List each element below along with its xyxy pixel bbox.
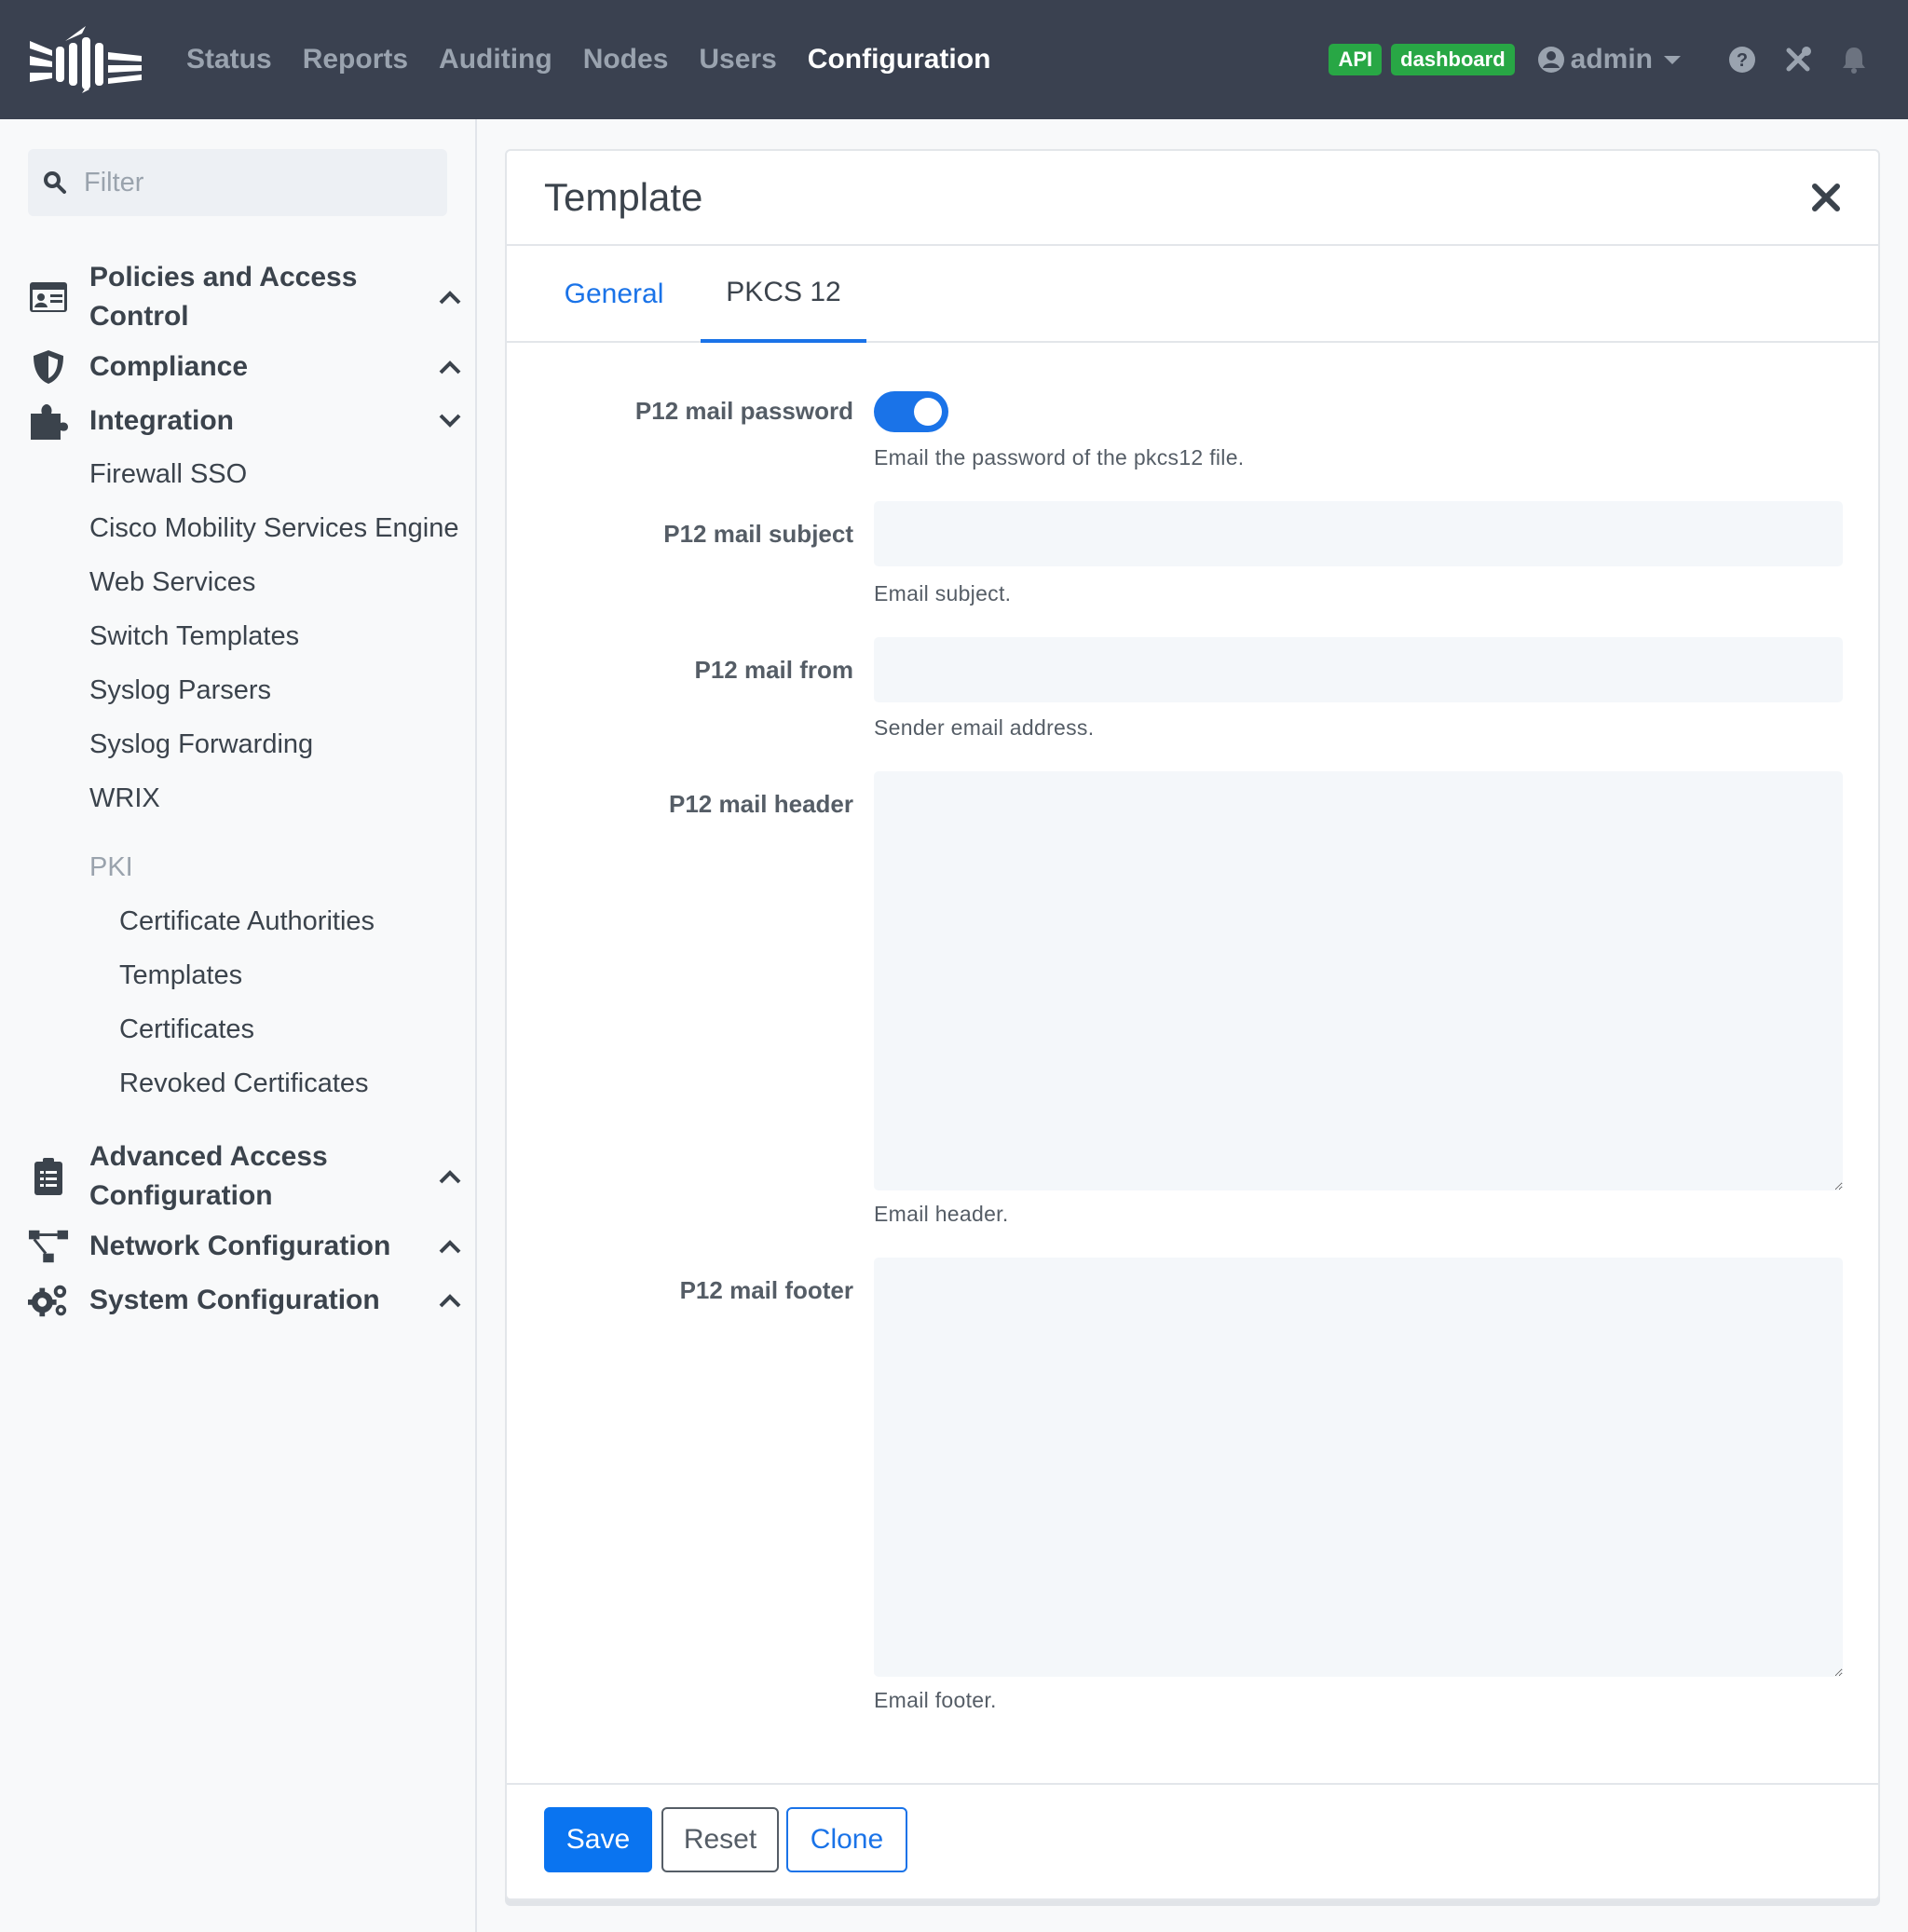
api-badge[interactable]: API (1329, 44, 1383, 75)
puzzle-icon (28, 401, 69, 442)
mail-password-label: P12 mail password (634, 397, 853, 425)
id-card-icon (28, 277, 69, 318)
network-icon (28, 1226, 69, 1267)
toggle-knob (914, 398, 942, 426)
mail-header-textarea[interactable] (874, 771, 1843, 1190)
mail-header-help: Email header. (874, 1202, 1009, 1226)
mail-footer-label: P12 mail footer (679, 1276, 853, 1304)
gears-icon (28, 1280, 69, 1321)
mail-header-label: P12 mail header (669, 790, 853, 818)
mail-subject-label: P12 mail subject (663, 520, 853, 548)
nav-reports[interactable]: Reports (303, 44, 408, 75)
sidebar-section-label: Compliance (89, 351, 249, 382)
nav-auditing[interactable]: Auditing (439, 44, 552, 75)
mail-password-help: Email the password of the pkcs12 file. (874, 445, 1245, 469)
sidebar-section-network-configuration[interactable]: Network Configuration (28, 1226, 466, 1267)
page-title: Template (544, 175, 703, 219)
user-menu[interactable]: admin (1537, 44, 1681, 75)
nav-users[interactable]: Users (699, 44, 776, 75)
chevron-up-icon (434, 1285, 466, 1316)
save-button[interactable]: Save (544, 1807, 652, 1872)
sidebar-section-advanced-access[interactable]: Advanced Access Configuration (28, 1135, 466, 1218)
top-navbar: Status Reports Auditing Nodes Users Conf… (0, 0, 1908, 119)
mail-subject-help: Email subject. (874, 581, 1012, 605)
mail-footer-textarea[interactable] (874, 1258, 1843, 1677)
clone-button[interactable]: Clone (786, 1807, 907, 1872)
mail-from-help: Sender email address. (874, 715, 1095, 740)
bell-icon[interactable] (1837, 43, 1871, 76)
sidebar: Policies and Access Control Compliance I… (0, 119, 477, 1932)
mail-password-toggle[interactable] (874, 391, 948, 432)
svg-text:?: ? (1737, 50, 1748, 71)
chevron-up-icon (434, 281, 466, 313)
card-header: Template (507, 151, 1878, 246)
nav-status[interactable]: Status (186, 44, 272, 75)
mail-footer-help: Email footer. (874, 1688, 997, 1712)
search-icon (44, 171, 66, 194)
chevron-up-icon (434, 351, 466, 383)
chevron-up-icon (434, 1231, 466, 1262)
close-icon[interactable] (1807, 179, 1845, 216)
nav-configuration[interactable]: Configuration (808, 44, 991, 75)
sidebar-item-switch-templates[interactable]: Switch Templates (89, 619, 299, 654)
sidebar-section-label: Advanced Access Configuration (89, 1141, 328, 1211)
clipboard-icon (28, 1156, 69, 1197)
dashboard-badge[interactable]: dashboard (1391, 44, 1515, 75)
user-circle-icon (1537, 47, 1564, 73)
sidebar-item-syslog-forwarding[interactable]: Syslog Forwarding (89, 727, 313, 762)
filter-input[interactable] (84, 167, 419, 198)
sidebar-section-compliance[interactable]: Compliance (28, 347, 466, 388)
nav-nodes[interactable]: Nodes (583, 44, 669, 75)
sidebar-section-label: Network Configuration (89, 1231, 391, 1261)
chevron-down-icon (434, 405, 466, 437)
sidebar-heading-pki: PKI (89, 852, 133, 882)
template-card: Template General PKCS 12 P12 mail passwo… (505, 149, 1880, 1900)
user-name: admin (1570, 44, 1653, 75)
sidebar-item-revoked-certificates[interactable]: Revoked Certificates (119, 1066, 369, 1101)
sidebar-section-label: Integration (89, 405, 234, 436)
mail-from-label: P12 mail from (694, 656, 853, 684)
sidebar-section-integration[interactable]: Integration (28, 401, 466, 442)
mail-subject-input[interactable] (874, 501, 1843, 566)
filter-box (28, 149, 447, 216)
sidebar-item-firewall-sso[interactable]: Firewall SSO (89, 456, 247, 492)
sidebar-item-certificate-authorities[interactable]: Certificate Authorities (119, 904, 375, 939)
sidebar-item-syslog-parsers[interactable]: Syslog Parsers (89, 673, 271, 708)
card-footer: Save Reset Clone (507, 1783, 1878, 1902)
tab-general[interactable]: General (555, 246, 673, 343)
mail-from-input[interactable] (874, 637, 1843, 702)
tabs: General PKCS 12 (507, 246, 1878, 343)
sidebar-item-wrix[interactable]: WRIX (89, 781, 160, 816)
sidebar-section-label: System Configuration (89, 1285, 380, 1315)
sidebar-item-cisco-mse[interactable]: Cisco Mobility Services Engine (89, 510, 458, 546)
sidebar-section-policies[interactable]: Policies and Access Control (28, 255, 466, 339)
tab-pkcs12[interactable]: PKCS 12 (701, 246, 866, 343)
shield-icon (28, 347, 69, 388)
sidebar-item-templates[interactable]: Templates (119, 958, 242, 993)
sidebar-item-certificates[interactable]: Certificates (119, 1012, 254, 1047)
chevron-down-icon (1664, 55, 1681, 64)
packetfence-logo[interactable] (28, 24, 143, 93)
help-icon[interactable]: ? (1725, 43, 1759, 76)
reset-button[interactable]: Reset (661, 1807, 779, 1872)
chevron-up-icon (434, 1161, 466, 1192)
sidebar-section-label: Policies and Access Control (89, 262, 358, 332)
sidebar-item-web-services[interactable]: Web Services (89, 565, 255, 600)
tools-icon[interactable] (1781, 43, 1815, 76)
sidebar-section-system-configuration[interactable]: System Configuration (28, 1280, 466, 1321)
